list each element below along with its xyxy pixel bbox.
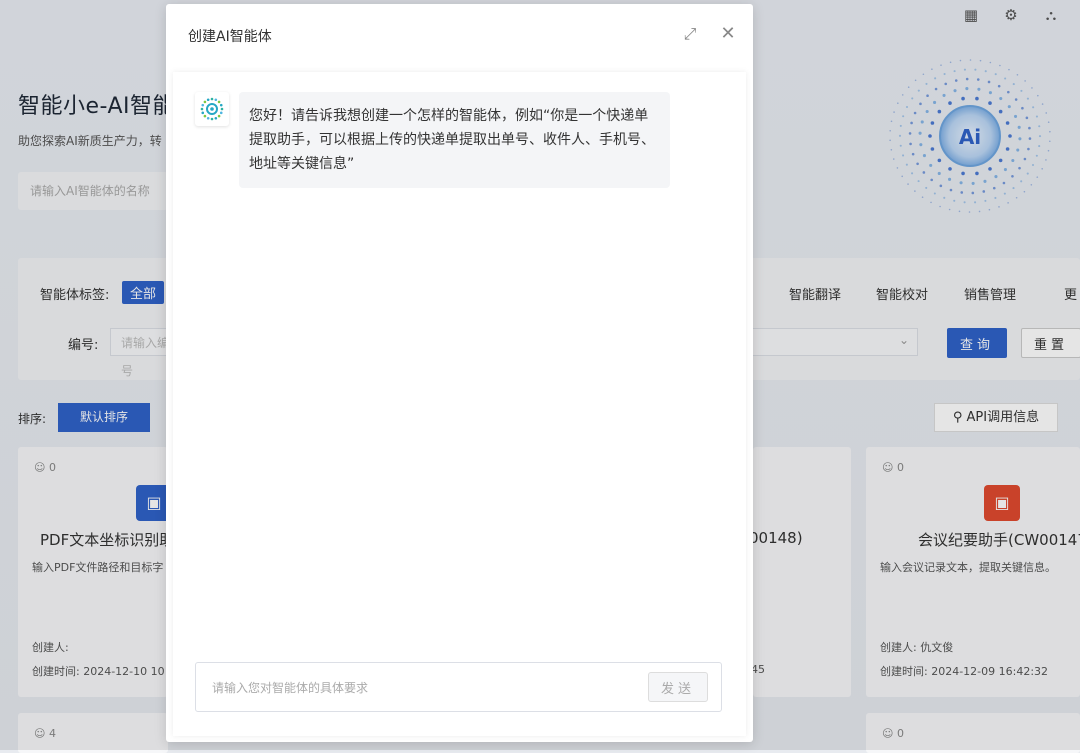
close-icon[interactable]: ✕ xyxy=(718,24,738,44)
chat-panel: 您好！请告诉我想创建一个怎样的智能体，例如“你是一个快递单提取助手，可以根据上传… xyxy=(173,72,746,736)
dialog-title: 创建AI智能体 xyxy=(188,29,272,45)
bot-avatar xyxy=(195,92,229,126)
bot-message: 您好！请告诉我想创建一个怎样的智能体，例如“你是一个快递单提取助手，可以根据上传… xyxy=(239,92,670,188)
bot-logo-icon xyxy=(200,97,224,121)
create-agent-dialog: 创建AI智能体 ⤢ ✕ 您好！请告诉我想创建一个怎样的智能体，例如“你是一个快递… xyxy=(166,4,753,742)
send-button[interactable]: 发送 xyxy=(648,672,708,702)
requirement-input[interactable] xyxy=(210,663,634,713)
dialog-header: 创建AI智能体 ⤢ ✕ xyxy=(166,4,753,66)
expand-icon[interactable]: ⤢ xyxy=(680,24,700,44)
composer: 发送 xyxy=(195,662,722,713)
